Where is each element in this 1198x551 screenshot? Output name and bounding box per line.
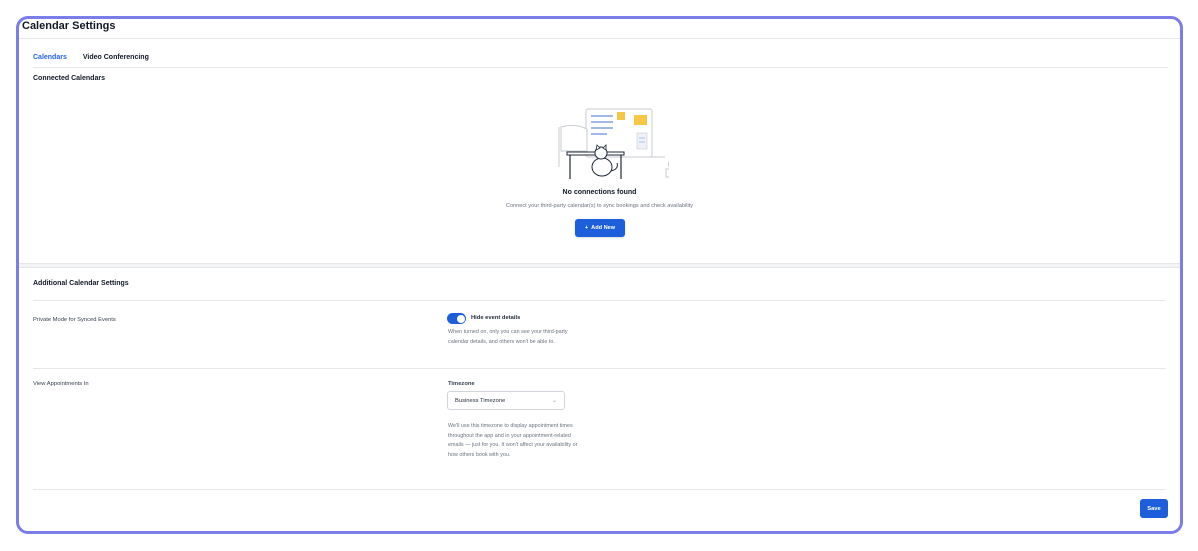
help-line: emails — just for you. It won't affect y… <box>448 442 578 448</box>
timezone-help: We'll use this timezone to display appoi… <box>448 422 577 460</box>
add-new-label: Add New <box>591 225 616 231</box>
timezone-label: Timezone <box>448 381 475 387</box>
empty-state-title: No connections found <box>562 189 637 196</box>
view-appointments-label: View Appointments In <box>33 381 89 387</box>
divider <box>33 67 1168 68</box>
section-separator <box>19 263 1180 268</box>
divider <box>33 368 1166 369</box>
empty-state-illustration <box>558 108 669 179</box>
plus-icon: + <box>584 225 589 231</box>
divider <box>33 489 1166 490</box>
additional-settings-title: Additional Calendar Settings <box>33 280 129 287</box>
divider <box>19 38 1180 39</box>
timezone-value: Business Timezone <box>455 397 506 404</box>
save-button[interactable]: Save <box>1140 499 1168 518</box>
private-mode-help: When turned on, only you can see your th… <box>448 328 568 347</box>
hide-event-details-toggle[interactable] <box>447 313 466 324</box>
help-line: We'll use this timezone to display appoi… <box>448 423 573 429</box>
toggle-knob <box>456 314 465 323</box>
private-mode-label: Private Mode for Synced Events <box>33 317 116 323</box>
help-line: throughout the app and in your appointme… <box>448 432 571 439</box>
hide-event-details-label: Hide event details <box>471 315 521 321</box>
page-title: Calendar Settings <box>22 20 116 32</box>
tab-video-conferencing[interactable]: Video Conferencing <box>83 50 149 68</box>
help-line: how others book with you. <box>448 451 511 458</box>
empty-state-description: Connect your third-party calendar(s) to … <box>505 203 694 209</box>
connected-calendars-title: Connected Calendars <box>33 75 105 82</box>
settings-panel: Calendar Settings Calendars Video Confer… <box>16 16 1183 534</box>
help-line: calendar details, and others won't be ab… <box>448 338 555 345</box>
divider <box>33 300 1166 301</box>
add-new-button[interactable]: + Add New <box>575 219 625 237</box>
timezone-select[interactable]: Business Timezone ⌄ <box>447 391 565 410</box>
tab-bar: Calendars Video Conferencing <box>33 50 149 68</box>
chevron-down-icon: ⌄ <box>551 398 557 404</box>
help-line: When turned on, only you can see your th… <box>448 329 568 335</box>
tab-calendars[interactable]: Calendars <box>33 50 67 68</box>
